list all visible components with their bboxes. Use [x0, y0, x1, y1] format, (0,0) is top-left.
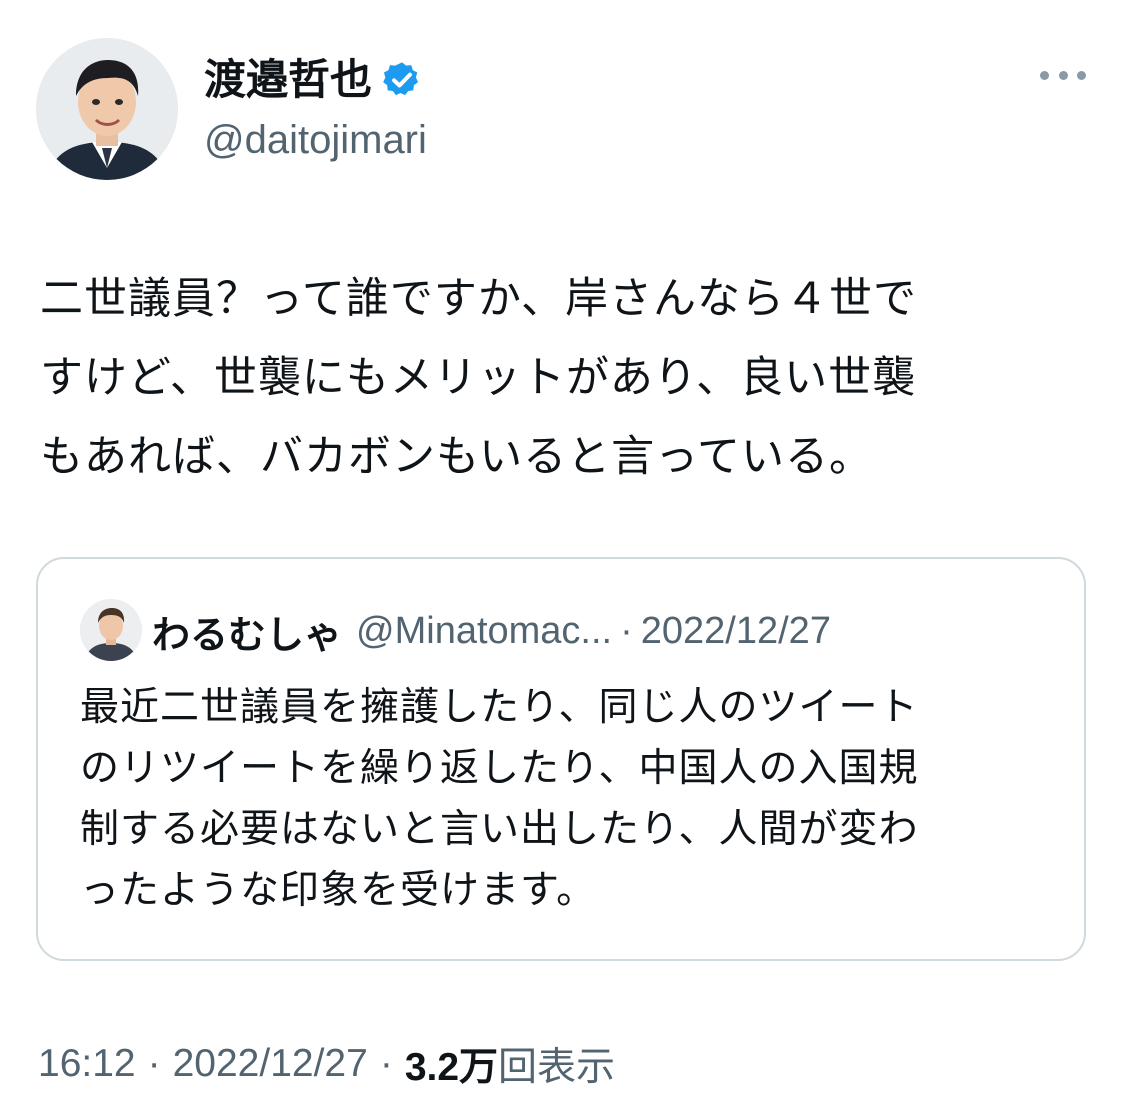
quoted-tweet-date[interactable]: 2022/12/27: [641, 610, 831, 653]
quoted-author-name[interactable]: わるむしゃ: [152, 604, 342, 659]
meta-separator: ·: [379, 1042, 393, 1085]
more-dot: [1077, 70, 1086, 80]
quoted-text-line: 制する必要はないと言い出したり、人間が変わ: [80, 807, 919, 852]
tweet-text-line: もあれば、バカボンもいると言っている。: [40, 432, 873, 482]
views-count: 3.2万: [404, 1046, 499, 1089]
verified-badge-icon: [382, 60, 422, 100]
tweet-meta: 16:12 · 2022/12/27 · 3.2万 回表示: [38, 1036, 615, 1092]
more-horizontal-icon[interactable]: [1040, 60, 1086, 90]
author-avatar-image: [36, 38, 178, 180]
author-display-name[interactable]: 渡邉哲也: [204, 52, 372, 108]
more-dot: [1040, 70, 1049, 80]
author-avatar[interactable]: [36, 38, 178, 180]
quoted-tweet-header: わるむしゃ @Minatomac... · 2022/12/27: [152, 603, 831, 659]
quoted-text-line: 最近二世議員を擁護したり、同じ人のツイート: [80, 685, 919, 730]
quoted-text-line: ったような印象を受けます。: [80, 868, 597, 913]
quoted-author-avatar-image: [80, 599, 142, 661]
tweet-time[interactable]: 16:12: [38, 1042, 136, 1086]
more-dot: [1058, 70, 1068, 80]
tweet-date[interactable]: 2022/12/27: [173, 1042, 368, 1086]
meta-separator: ·: [147, 1042, 161, 1085]
quoted-tweet-card[interactable]: わるむしゃ @Minatomac... · 2022/12/27 最近二世議員を…: [36, 557, 1086, 961]
tweet-text-line: 二世議員？って誰ですか、岸さんなら４世で: [40, 274, 917, 324]
quoted-author-avatar[interactable]: [80, 599, 142, 661]
author-handle[interactable]: @daitojimari: [204, 114, 427, 166]
tweet-text-line: すけど、世襲にもメリットがあり、良い世襲: [40, 353, 917, 403]
quoted-text-line: のリツイートを繰り返したり、中国人の入国規: [80, 746, 919, 791]
tweet-text: 二世議員？って誰ですか、岸さんなら４世で すけど、世襲にもメリットがあり、良い世…: [40, 260, 1060, 497]
views-label: 回表示: [498, 1046, 616, 1089]
quoted-author-handle[interactable]: @Minatomac...: [356, 610, 612, 653]
quoted-separator: ·: [620, 609, 633, 652]
quoted-tweet-text: 最近二世議員を擁護したり、同じ人のツイート のリツイートを繰り返したり、中国人の…: [80, 677, 1060, 921]
author-name-row: 渡邉哲也: [204, 52, 422, 108]
